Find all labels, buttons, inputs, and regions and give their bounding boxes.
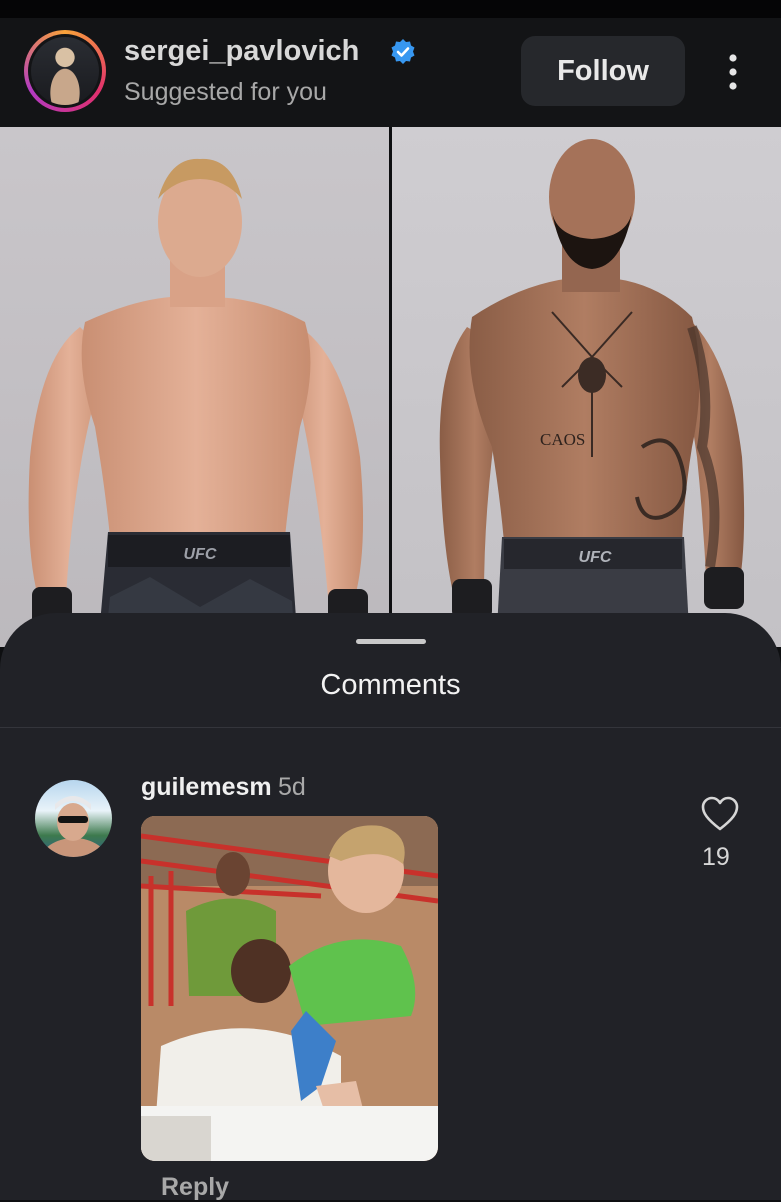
profile-avatar-story-ring[interactable] bbox=[24, 30, 106, 112]
comments-sheet: Comments guilemesm 5d 19 Reply bbox=[0, 613, 781, 1202]
comment-meme-image bbox=[141, 816, 438, 1161]
fighter-right-image: CAOS UFC bbox=[439, 139, 745, 647]
divider bbox=[0, 727, 781, 728]
heart-icon[interactable] bbox=[701, 796, 739, 832]
commenter-avatar[interactable] bbox=[35, 780, 112, 857]
post-header: sergei_pavlovich Suggested for you Follo… bbox=[0, 18, 781, 127]
trunks-logo-left: UFC bbox=[184, 546, 217, 563]
like-count: 19 bbox=[702, 843, 730, 871]
trunks-logo-right: UFC bbox=[579, 549, 612, 566]
reply-button[interactable]: Reply bbox=[161, 1173, 229, 1202]
fighter-left-image: UFC bbox=[28, 158, 368, 647]
comment-time: 5d bbox=[278, 773, 306, 801]
more-options-icon[interactable] bbox=[718, 52, 748, 92]
status-strip bbox=[0, 0, 781, 18]
post-photo-left[interactable]: UFC bbox=[0, 127, 389, 647]
post-photo-right[interactable]: CAOS UFC bbox=[392, 127, 781, 647]
tattoo-text: CAOS bbox=[540, 430, 585, 449]
sheet-drag-handle[interactable] bbox=[356, 639, 426, 644]
comments-title: Comments bbox=[320, 669, 461, 701]
comment-image[interactable] bbox=[141, 816, 438, 1161]
verified-badge-icon bbox=[391, 39, 415, 64]
post-username[interactable]: sergei_pavlovich bbox=[124, 35, 359, 68]
comment-username[interactable]: guilemesm bbox=[141, 773, 272, 802]
avatar bbox=[31, 37, 99, 105]
follow-button[interactable]: Follow bbox=[521, 36, 685, 106]
suggested-label: Suggested for you bbox=[124, 78, 327, 106]
